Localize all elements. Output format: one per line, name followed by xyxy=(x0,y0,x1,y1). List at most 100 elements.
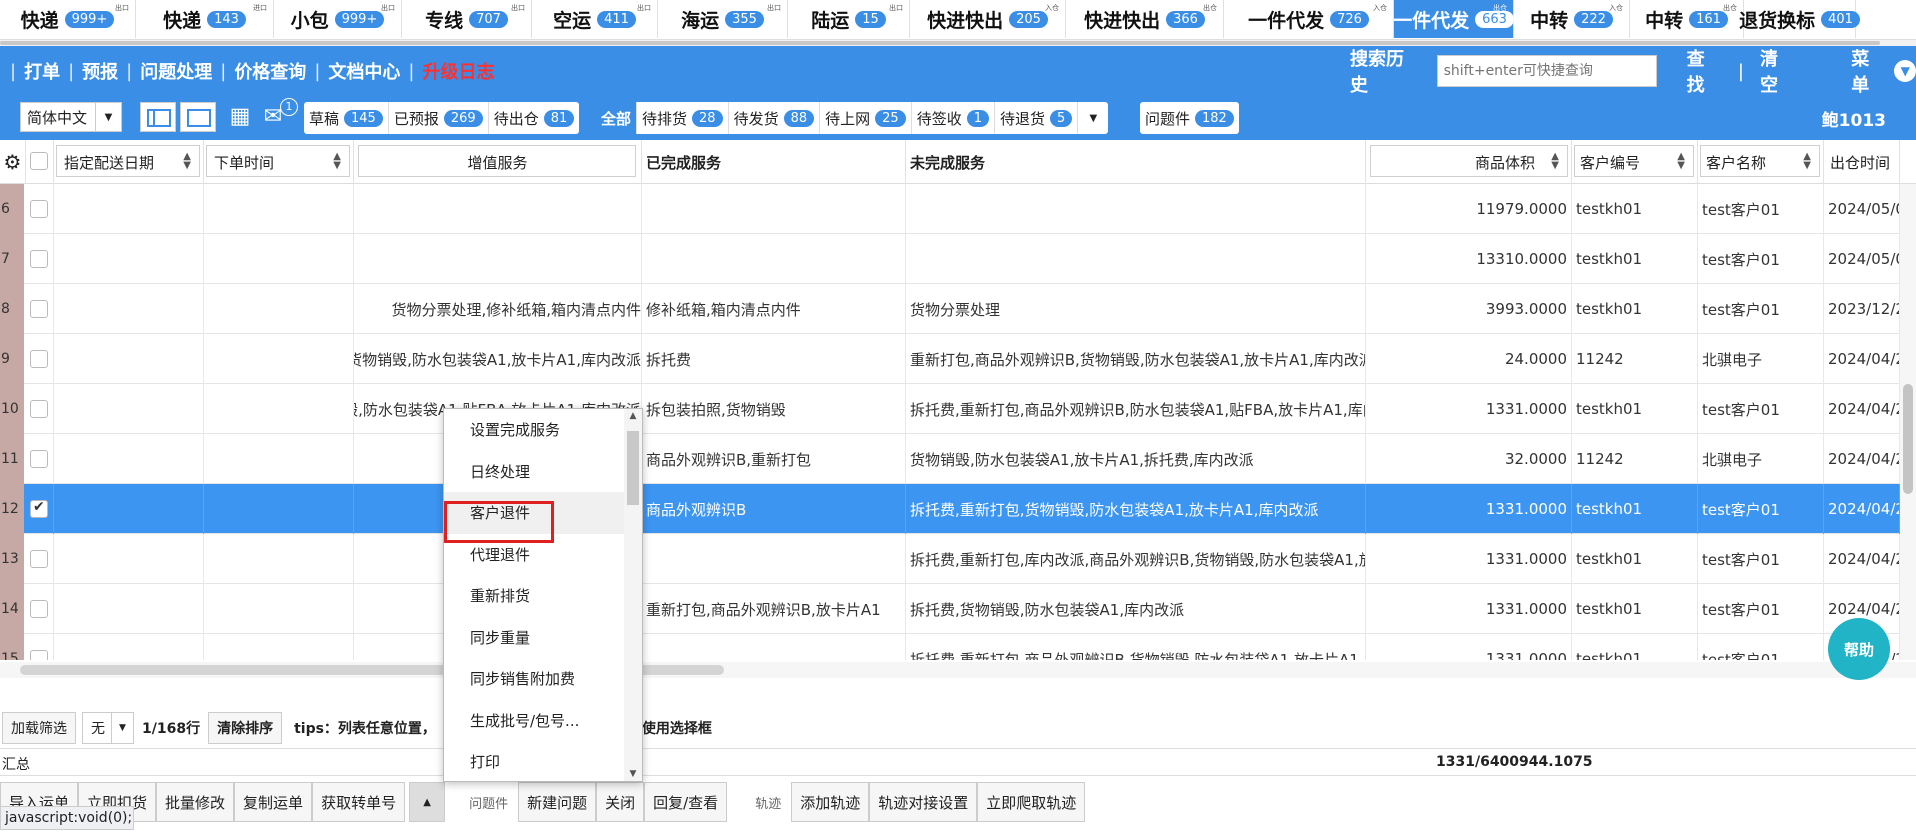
reply-view-button[interactable]: 回复/查看 xyxy=(644,782,728,822)
row-checkbox[interactable] xyxy=(30,550,48,568)
new-problem-button[interactable]: 新建问题 xyxy=(518,782,597,822)
table-icon[interactable]: ▦ xyxy=(227,104,253,132)
dropdown-item-5[interactable]: 同步重量 xyxy=(444,617,642,659)
dropdown-item-8[interactable]: 打印 xyxy=(444,741,642,783)
language-select[interactable]: 简体中文 ▼ xyxy=(20,102,122,132)
row-checkbox[interactable] xyxy=(30,650,48,660)
top-tab-11[interactable]: 中转 222 入仓 xyxy=(1514,0,1630,38)
search-history-link[interactable]: 搜索历史 xyxy=(1350,45,1421,97)
col-out-time[interactable]: 出仓时间 xyxy=(1824,140,1900,184)
filter-preset-select[interactable]: 无 ▼ xyxy=(82,712,134,744)
cell-text: 2024/04/27 xyxy=(1828,550,1899,568)
layout-full-button[interactable] xyxy=(180,102,216,132)
table-row[interactable]: 8 货物分票处理,修补纸箱,箱内清点内件 修补纸箱,箱内清点内件 货物分票处理 3993… xyxy=(0,284,1900,334)
table-row[interactable]: 15货物销毁,防水包装袋A1拆托费,重新打包,商品外观辨识B,货物销毁,防水包装… xyxy=(0,634,1900,660)
dropdown-item-4[interactable]: 重新排货 xyxy=(444,575,642,617)
grid-horizontal-scrollbar[interactable] xyxy=(0,662,1916,678)
cell-delivery-date xyxy=(54,434,204,484)
dropdown-item-1[interactable]: 日终处理 xyxy=(444,451,642,493)
select-all-checkbox[interactable] xyxy=(30,152,48,170)
gear-icon[interactable]: ⚙ xyxy=(0,140,26,184)
dropdown-item-7[interactable]: 生成批号/包号... xyxy=(444,700,642,742)
chevron-down-icon[interactable]: ▼ xyxy=(1078,102,1108,134)
get-transfer-no-button[interactable]: 获取转单号 xyxy=(312,782,406,822)
table-row[interactable]: 9 货物销毁,防水包装袋A1,放卡片A1,库内改派 拆托费 重新打包,商品外观辨识B,… xyxy=(0,334,1900,384)
nav-item-docs[interactable]: 文档中心 xyxy=(328,58,400,84)
layout-split-button[interactable] xyxy=(140,102,176,132)
col-order-time[interactable]: 下单时间 ▲ ▼ xyxy=(204,140,354,184)
crawl-track-button[interactable]: 立即爬取轨迹 xyxy=(977,782,1086,822)
find-button[interactable]: 查找 xyxy=(1687,45,1722,97)
table-row[interactable]: 7 13310.0000 testkh01 test客户01 2024/05/09 xyxy=(0,234,1900,284)
copy-waybill-button[interactable]: 复制运单 xyxy=(234,782,313,822)
top-tab-6[interactable]: 陆运 15 出口 xyxy=(788,0,910,38)
add-track-button[interactable]: 添加轨迹 xyxy=(791,782,870,822)
status-tab-0[interactable]: 草稿 145 xyxy=(304,102,389,134)
dropdown-scrollbar[interactable]: ▲ ▼ xyxy=(624,409,642,781)
table-row[interactable]: 14货物销毁,防水包装袋A1重新打包,商品外观辨识B,放卡片A1拆托费,货物销毁… xyxy=(0,584,1900,634)
table-row[interactable]: 10货物销毁,防水包装袋A1,贴FBA,放卡片A1,库内改派拆包装拍照,货物销毁… xyxy=(0,384,1900,434)
table-row[interactable]: 13商品外观辨识B,货物销毁拆托费,重新打包,库内改派,商品外观辨识B,货物销毁… xyxy=(0,534,1900,584)
status-tab-4[interactable]: 待发货 88 xyxy=(729,102,821,134)
top-tab-7[interactable]: 快进快出 205 入仓 xyxy=(910,0,1066,38)
top-tab-3[interactable]: 专线 707 出口 xyxy=(402,0,532,38)
top-tab-8[interactable]: 快进快出 366 出仓 xyxy=(1066,0,1224,38)
dropdown-item-0[interactable]: 设置完成服务 xyxy=(444,409,642,451)
col-undone[interactable]: 未完成服务 xyxy=(906,140,1366,184)
help-button[interactable]: 帮助 xyxy=(1828,618,1890,680)
status-tab-3[interactable]: 待排货 28 xyxy=(637,102,729,134)
batch-edit-button[interactable]: 批量修改 xyxy=(156,782,235,822)
top-tab-1[interactable]: 快递 143 进口 xyxy=(136,0,274,38)
row-checkbox[interactable] xyxy=(30,250,48,268)
top-tab-13[interactable]: 退货换标 401 xyxy=(1739,0,1860,38)
chevron-down-icon[interactable]: ▼ xyxy=(624,769,642,779)
track-integration-button[interactable]: 轨迹对接设置 xyxy=(869,782,978,822)
search-input[interactable] xyxy=(1436,55,1657,87)
col-customer-name[interactable]: 客户名称 ▲ ▼ xyxy=(1698,140,1824,184)
col-done[interactable]: 已完成服务 xyxy=(642,140,906,184)
status-tab-7[interactable]: 待退货 5 xyxy=(995,102,1079,134)
top-tab-2[interactable]: 小包 999+ 出口 xyxy=(274,0,402,38)
nav-item-problem[interactable]: 问题处理 xyxy=(140,58,212,84)
table-row[interactable]: 12货物销毁,防水包装袋A1商品外观辨识B拆托费,重新打包,货物销毁,防水包装袋… xyxy=(0,484,1900,534)
row-checkbox[interactable] xyxy=(30,600,48,618)
nav-item-price[interactable]: 价格查询 xyxy=(234,58,306,84)
row-checkbox[interactable] xyxy=(30,300,48,318)
dropdown-item-6[interactable]: 同步销售附加费 xyxy=(444,658,642,700)
clear-sort-button[interactable]: 清除排序 xyxy=(208,712,283,744)
table-row[interactable]: 6 11979.0000 testkh01 test客户01 2024/05/09 xyxy=(0,184,1900,234)
top-tab-10[interactable]: 一件代发 663 出仓 xyxy=(1393,0,1514,38)
status-tab-1[interactable]: 已预报 269 xyxy=(389,102,489,134)
nav-item-print[interactable]: 打单 xyxy=(24,58,60,84)
status-tab-6[interactable]: 待签收 1 xyxy=(912,102,995,134)
top-tab-12[interactable]: 中转 161 出仓 xyxy=(1630,0,1744,38)
nav-item-changelog[interactable]: 升级日志 xyxy=(422,58,494,84)
top-tab-9[interactable]: 一件代发 726 入仓 xyxy=(1224,0,1394,38)
col-delivery-date[interactable]: 指定配送日期 ▲ ▼ xyxy=(54,140,204,184)
row-checkbox[interactable] xyxy=(30,200,48,218)
table-row[interactable]: 11防水包装袋A1,放卡片A1商品外观辨识B,重新打包货物销毁,防水包装袋A1,… xyxy=(0,434,1900,484)
row-checkbox[interactable] xyxy=(30,350,48,368)
col-volume[interactable]: 商品体积 ▲ ▼ xyxy=(1366,140,1572,184)
top-tab-4[interactable]: 空运 411 出口 xyxy=(532,0,658,38)
status-tab-2[interactable]: 待出仓 81 xyxy=(489,102,580,134)
close-problem-button[interactable]: 关闭 xyxy=(596,782,645,822)
col-value-added[interactable]: 增值服务 xyxy=(354,140,642,184)
col-customer-id[interactable]: 客户编号 ▲ ▼ xyxy=(1572,140,1698,184)
problem-filter-tab[interactable]: 问题件 182 xyxy=(1140,102,1239,134)
cell-text: 货物分票处理,修补纸箱,箱内清点内件 xyxy=(391,300,641,319)
clear-button[interactable]: 清空 xyxy=(1760,45,1795,97)
status-tab-5[interactable]: 待上网 25 xyxy=(820,102,912,134)
menu-button[interactable]: 菜单 ▼ xyxy=(1851,45,1916,97)
top-tab-0[interactable]: 快递 999+ 出口 xyxy=(0,0,136,38)
load-filter-button[interactable]: 加载筛选 xyxy=(2,712,76,744)
row-checkbox[interactable] xyxy=(30,499,48,518)
chevron-up-icon[interactable]: ▲ xyxy=(624,411,642,421)
grid-vertical-scrollbar[interactable] xyxy=(1900,184,1916,660)
row-checkbox[interactable] xyxy=(30,400,48,418)
row-checkbox[interactable] xyxy=(30,450,48,468)
status-tab-all[interactable]: 全部 xyxy=(596,102,638,134)
nav-item-forecast[interactable]: 预报 xyxy=(82,58,118,84)
top-tab-5[interactable]: 海运 355 出口 xyxy=(658,0,788,38)
chevron-up-icon[interactable]: ▲ xyxy=(409,782,446,822)
